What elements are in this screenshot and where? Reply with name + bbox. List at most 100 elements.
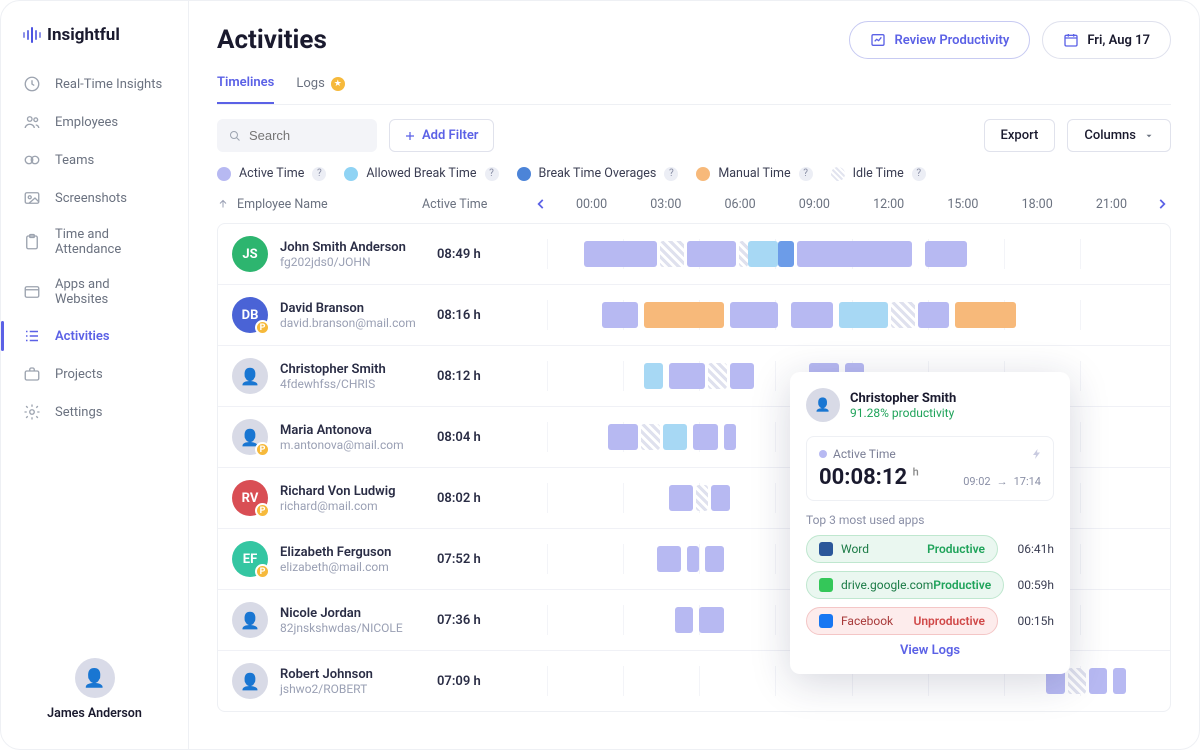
active-time-cell: 07:36 h: [437, 613, 547, 628]
timeline-bar[interactable]: [657, 546, 681, 572]
columns-button[interactable]: Columns: [1067, 119, 1171, 152]
search-input[interactable]: [217, 119, 377, 152]
app-pill[interactable]: FacebookUnproductive: [806, 607, 998, 635]
help-icon[interactable]: ?: [485, 167, 499, 181]
timeline-bar[interactable]: [711, 485, 729, 511]
timeline-bar[interactable]: [663, 424, 687, 450]
sidebar-item-real-time-insights[interactable]: Real-Time Insights: [1, 65, 188, 103]
timeline-bar[interactable]: [669, 363, 706, 389]
timeline-next[interactable]: [1153, 195, 1171, 213]
table-header: Employee Name Active Time 00:0003:0006:0…: [217, 191, 1171, 223]
tab-timelines[interactable]: Timelines: [217, 75, 274, 104]
timeline-bar[interactable]: [644, 363, 662, 389]
help-icon[interactable]: ?: [912, 167, 926, 181]
timeline-bar[interactable]: [1089, 668, 1107, 694]
legend-item: Idle Time?: [831, 166, 926, 181]
popover-active-time: Active Time 00:08:12 h 09:02 → 17:14: [806, 436, 1054, 501]
app-row: drive.google.comProductive00:59h: [806, 571, 1054, 599]
export-button[interactable]: Export: [984, 119, 1056, 152]
timeline-bar[interactable]: [839, 302, 888, 328]
timeline-bar[interactable]: [730, 363, 754, 389]
sidebar-item-settings[interactable]: Settings: [1, 393, 188, 431]
timeline-bar[interactable]: [699, 607, 723, 633]
chevron-right-icon: [1155, 197, 1169, 211]
sidebar-item-screenshots[interactable]: Screenshots: [1, 179, 188, 217]
date-picker-button[interactable]: Fri, Aug 17: [1042, 21, 1171, 59]
timeline-bar[interactable]: [584, 241, 657, 267]
p-badge: P: [255, 564, 270, 579]
timeline-bar[interactable]: [791, 302, 834, 328]
plus-icon: [404, 130, 416, 142]
timeline-bar[interactable]: [687, 241, 736, 267]
timeline-bar[interactable]: [660, 241, 684, 267]
view-logs-link[interactable]: View Logs: [806, 643, 1054, 658]
app-row: WordProductive06:41h: [806, 535, 1054, 563]
timeline-bar[interactable]: [644, 302, 723, 328]
avatar: DBP: [232, 297, 268, 333]
calendar-icon: [1063, 32, 1079, 48]
timeline-bar[interactable]: [693, 424, 717, 450]
search-icon: [229, 129, 241, 143]
timeline-bar[interactable]: [669, 485, 693, 511]
add-filter-button[interactable]: Add Filter: [389, 119, 494, 152]
timeline-bar[interactable]: [748, 241, 778, 267]
timeline-bar[interactable]: [1068, 668, 1086, 694]
timeline-bar[interactable]: [708, 363, 726, 389]
app-pill[interactable]: drive.google.comProductive: [806, 571, 1004, 599]
active-time-cell: 08:12 h: [437, 369, 547, 384]
employee-cell: 👤Christopher Smith4fdewhfss/CHRIS: [232, 358, 437, 394]
timeline-bar[interactable]: [778, 241, 793, 267]
timeline-bar[interactable]: [602, 302, 639, 328]
swatch: [831, 167, 845, 181]
sidebar-item-teams[interactable]: Teams: [1, 141, 188, 179]
sidebar-item-apps-and-websites[interactable]: Apps and Websites: [1, 267, 188, 317]
timeline-bar[interactable]: [724, 424, 736, 450]
avatar: EFP: [232, 541, 268, 577]
app-pill[interactable]: WordProductive: [806, 535, 998, 563]
employee-cell: EFPElizabeth Fergusonelizabeth@mail.com: [232, 541, 437, 577]
avatar: JS: [232, 236, 268, 272]
review-productivity-button[interactable]: Review Productivity: [849, 21, 1030, 59]
time-ticks: 00:0003:0006:0009:0012:0015:0018:0021:00: [550, 197, 1153, 212]
avatar: 👤: [232, 358, 268, 394]
sidebar-item-employees[interactable]: Employees: [1, 103, 188, 141]
sidebar-item-time-and-attendance[interactable]: Time and Attendance: [1, 217, 188, 267]
timeline-bar[interactable]: [730, 302, 779, 328]
sidebar-item-projects[interactable]: Projects: [1, 355, 188, 393]
tab-logs[interactable]: Logs★: [296, 75, 344, 104]
timeline-bar[interactable]: [641, 424, 659, 450]
table-row[interactable]: DBPDavid Bransondavid.branson@mail.com08…: [218, 285, 1170, 346]
help-icon[interactable]: ?: [799, 167, 813, 181]
bolt-icon: [1031, 447, 1043, 461]
active-time-cell: 08:04 h: [437, 430, 547, 445]
help-icon[interactable]: ?: [664, 167, 678, 181]
sort-icon[interactable]: [217, 198, 229, 210]
main-content: Activities Review Productivity Fri, Aug …: [189, 1, 1199, 749]
timeline-bar[interactable]: [891, 302, 915, 328]
chevron-down-icon: [1144, 131, 1154, 141]
window-icon: [23, 283, 41, 301]
timeline-bar[interactable]: [1113, 668, 1125, 694]
table-row[interactable]: JSJohn Smith Andersonfg202jds0/JOHN08:49…: [218, 224, 1170, 285]
current-user[interactable]: 👤 James Anderson: [1, 648, 188, 731]
timeline-prev[interactable]: [532, 195, 550, 213]
timeline-bar[interactable]: [696, 485, 708, 511]
timeline-bar[interactable]: [687, 546, 699, 572]
timeline-bar[interactable]: [955, 302, 1016, 328]
avatar: 👤: [232, 663, 268, 699]
col-employee[interactable]: Employee Name: [237, 197, 328, 212]
app-icon: [819, 578, 833, 592]
timeline-bar[interactable]: [705, 546, 723, 572]
timeline-bar[interactable]: [918, 302, 948, 328]
legend-item: Active Time?: [217, 166, 326, 181]
timeline-bar[interactable]: [675, 607, 693, 633]
clipboard-icon: [23, 233, 41, 251]
timeline-bar[interactable]: [925, 241, 968, 267]
col-active-time[interactable]: Active Time: [422, 197, 532, 212]
swatch: [217, 167, 231, 181]
timeline-bar[interactable]: [739, 241, 748, 267]
timeline-bar[interactable]: [608, 424, 638, 450]
timeline-bar[interactable]: [797, 241, 913, 267]
help-icon[interactable]: ?: [312, 167, 326, 181]
sidebar-item-activities[interactable]: Activities: [1, 317, 188, 355]
